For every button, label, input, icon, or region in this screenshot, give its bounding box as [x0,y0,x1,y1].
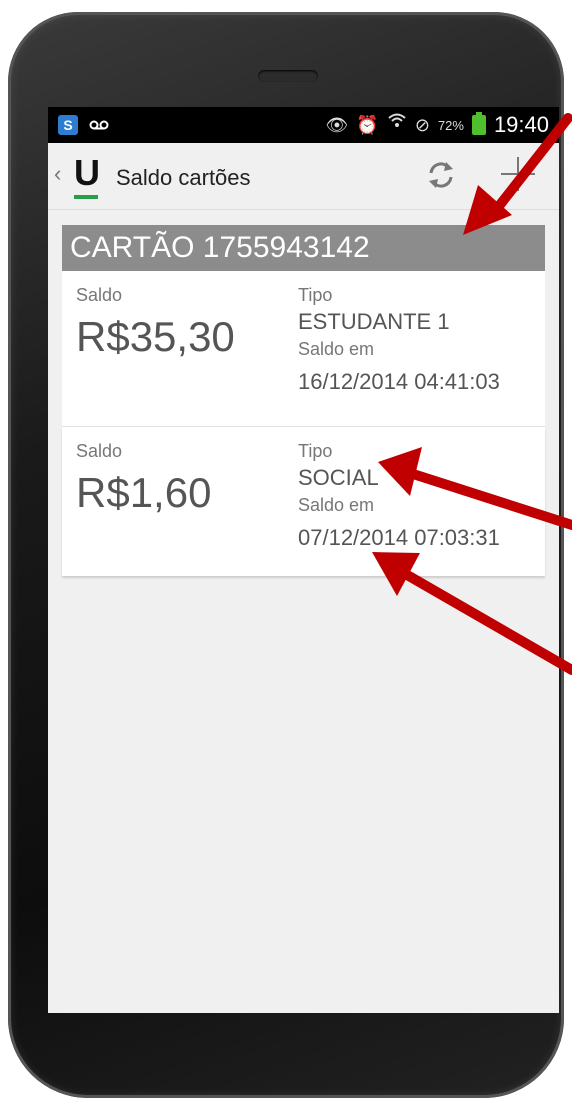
annotation-arrows [372,113,572,675]
annotation-arrow-date [372,552,572,675]
annotation-arrow-tipo [378,447,572,530]
annotation-arrow-header [463,113,572,235]
